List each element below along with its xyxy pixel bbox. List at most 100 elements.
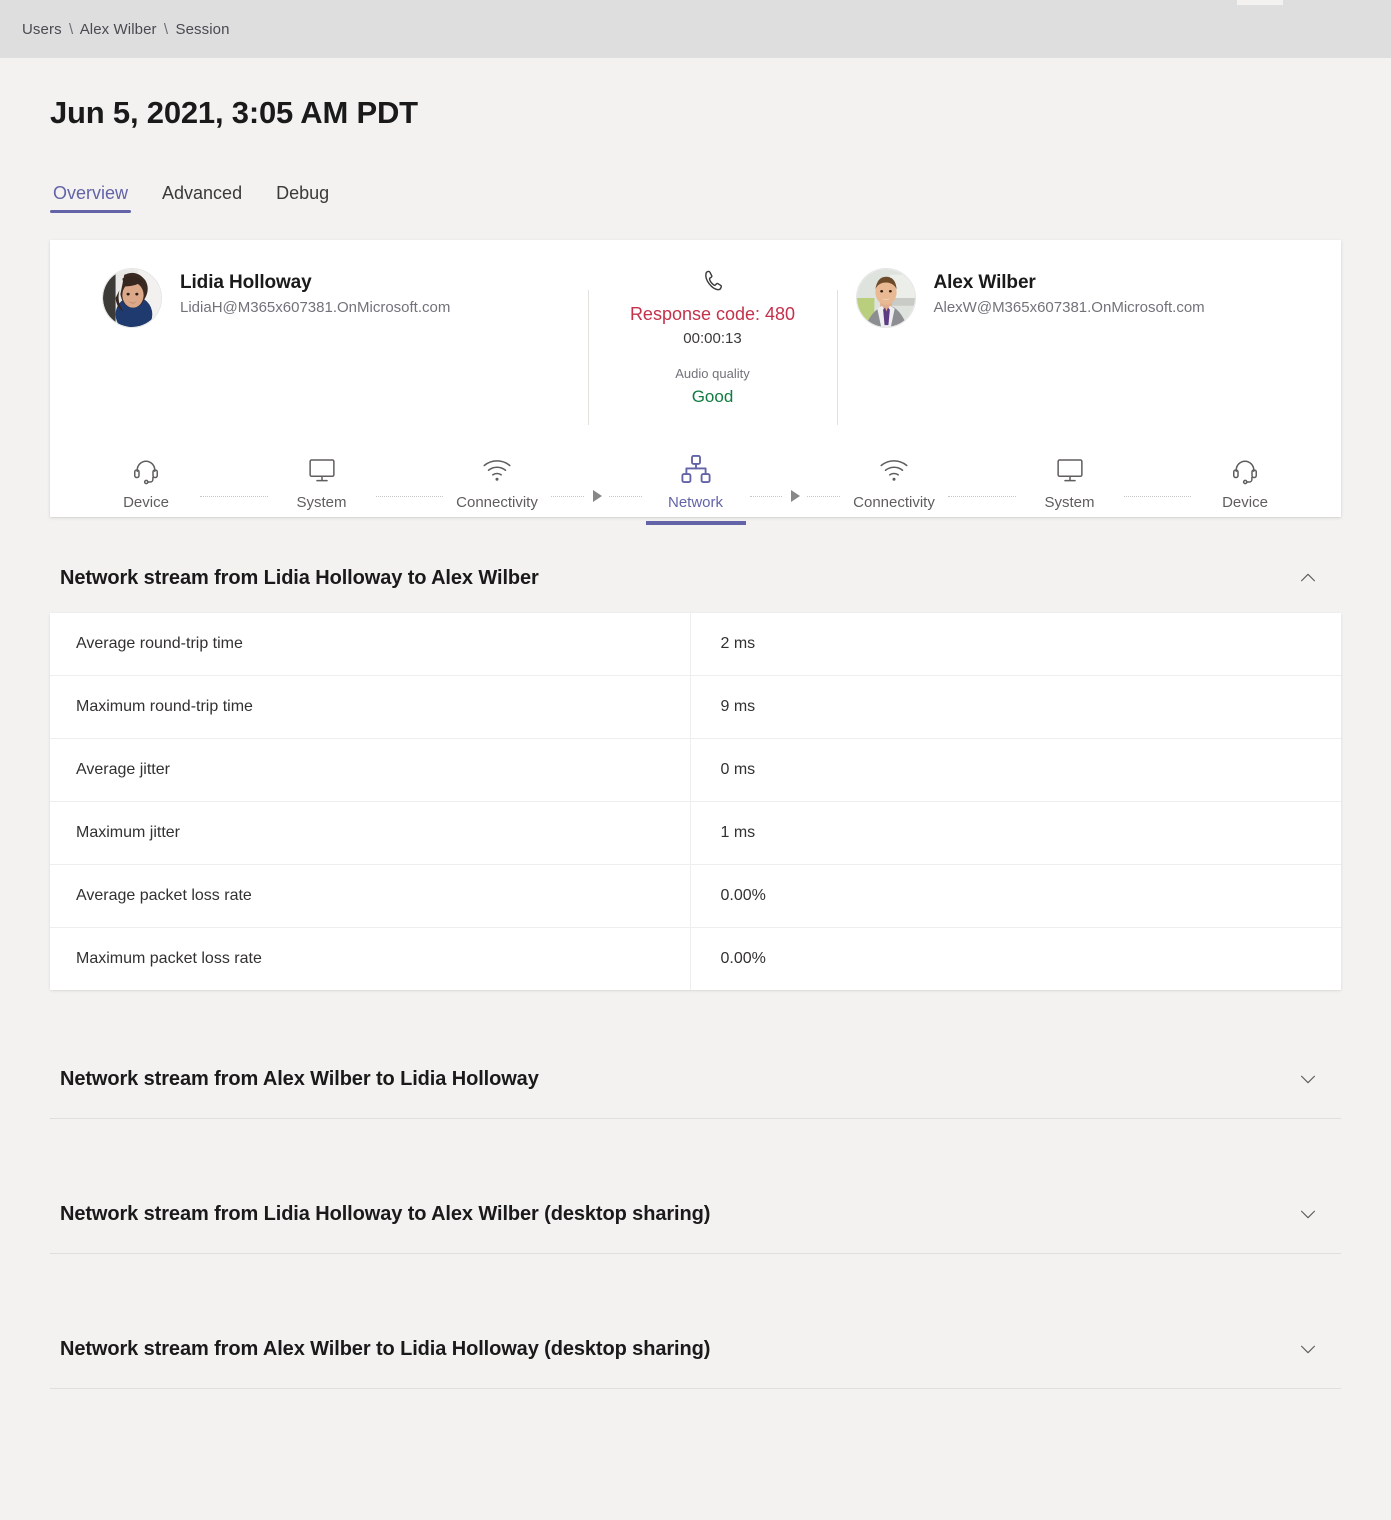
call-status-block: Response code: 480 00:00:13 Audio qualit… [588, 268, 838, 407]
section-divider [50, 1253, 1341, 1254]
network-hierarchy-icon [680, 445, 712, 485]
callee-name: Alex Wilber [934, 272, 1205, 294]
caller-block: Lidia Holloway LidiaH@M365x607381.OnMicr… [50, 268, 588, 407]
section-header[interactable]: Network stream from Alex Wilber to Lidia… [50, 1062, 1341, 1096]
section-title: Network stream from Lidia Holloway to Al… [60, 1203, 710, 1226]
table-row: Average jitter 0 ms [50, 739, 1341, 802]
path-node-label: Connectivity [853, 494, 935, 511]
metric-value: 2 ms [690, 613, 1341, 676]
monitor-icon [307, 445, 337, 485]
arrow-right-icon [791, 490, 800, 502]
breadcrumb-item-user[interactable]: Alex Wilber [80, 21, 157, 38]
table-row: Maximum round-trip time 9 ms [50, 676, 1341, 739]
path-node-network[interactable]: Network [642, 445, 750, 517]
path-node-connectivity-callee[interactable]: Connectivity [840, 445, 948, 517]
breadcrumb-bar: Users \ Alex Wilber \ Session [0, 0, 1391, 58]
path-node-label: Network [668, 494, 723, 511]
tab-overview[interactable]: Overview [50, 183, 131, 213]
section-title: Network stream from Alex Wilber to Lidia… [60, 1068, 539, 1091]
metric-label: Average round-trip time [50, 613, 690, 676]
response-code: Response code: 480 [630, 304, 795, 325]
network-stream-section-3: Network stream from Lidia Holloway to Al… [50, 1197, 1341, 1254]
page-content: Jun 5, 2021, 3:05 AM PDT Overview Advanc… [0, 58, 1391, 1389]
metric-label: Maximum packet loss rate [50, 928, 690, 991]
wifi-icon [481, 445, 513, 485]
section-title: Network stream from Lidia Holloway to Al… [60, 567, 539, 590]
metric-label: Average packet loss rate [50, 865, 690, 928]
path-node-system-callee[interactable]: System [1016, 445, 1124, 517]
avatar-callee [856, 268, 916, 328]
top-right-strip [1237, 0, 1283, 5]
section-title: Network stream from Alex Wilber to Lidia… [60, 1338, 710, 1361]
path-node-connectivity-caller[interactable]: Connectivity [443, 445, 551, 517]
path-node-device-callee[interactable]: Device [1191, 445, 1299, 517]
breadcrumb-item-session[interactable]: Session [175, 21, 229, 38]
metric-label: Average jitter [50, 739, 690, 802]
table-row: Maximum packet loss rate 0.00% [50, 928, 1341, 991]
callee-upn: AlexW@M365x607381.OnMicrosoft.com [934, 299, 1205, 316]
chevron-down-icon[interactable] [1291, 1332, 1325, 1366]
network-metrics-table: Average round-trip time 2 ms Maximum rou… [50, 613, 1341, 990]
metric-value: 0.00% [690, 928, 1341, 991]
path-node-label: Device [1222, 494, 1268, 511]
audio-quality-label: Audio quality [675, 366, 749, 381]
callee-block: Alex Wilber AlexW@M365x607381.OnMicrosof… [838, 268, 1342, 407]
network-stream-section-2: Network stream from Alex Wilber to Lidia… [50, 1062, 1341, 1119]
metric-value: 0.00% [690, 865, 1341, 928]
arrow-right-icon [593, 490, 602, 502]
caller-name: Lidia Holloway [180, 272, 450, 294]
page-title: Jun 5, 2021, 3:05 AM PDT [50, 58, 1341, 131]
path-node-label: System [1044, 494, 1094, 511]
metric-value: 0 ms [690, 739, 1341, 802]
call-duration: 00:00:13 [683, 330, 741, 347]
path-node-label: Device [123, 494, 169, 511]
table-row: Average round-trip time 2 ms [50, 613, 1341, 676]
chevron-up-icon[interactable] [1291, 561, 1325, 595]
path-link [948, 475, 1016, 517]
breadcrumb-separator: \ [66, 21, 76, 38]
call-participants-row: Lidia Holloway LidiaH@M365x607381.OnMicr… [50, 240, 1341, 425]
section-divider [50, 1388, 1341, 1389]
metric-label: Maximum jitter [50, 802, 690, 865]
network-stream-section-1: Network stream from Lidia Holloway to Al… [50, 561, 1341, 990]
chevron-down-icon[interactable] [1291, 1062, 1325, 1096]
section-header[interactable]: Network stream from Alex Wilber to Lidia… [50, 1332, 1341, 1366]
network-stream-section-4: Network stream from Alex Wilber to Lidia… [50, 1332, 1341, 1389]
tab-bar: Overview Advanced Debug [50, 183, 1341, 213]
chevron-down-icon[interactable] [1291, 1197, 1325, 1231]
section-divider [50, 1118, 1341, 1119]
caller-info: Lidia Holloway LidiaH@M365x607381.OnMicr… [180, 268, 450, 316]
breadcrumb-separator: \ [161, 21, 171, 38]
audio-quality-value: Good [692, 387, 734, 407]
path-link-arrow-right [750, 475, 841, 517]
breadcrumb-item-users[interactable]: Users [22, 21, 62, 38]
table-row: Average packet loss rate 0.00% [50, 865, 1341, 928]
breadcrumb: Users \ Alex Wilber \ Session [22, 21, 230, 38]
tab-advanced[interactable]: Advanced [159, 183, 245, 213]
path-node-device-caller[interactable]: Device [92, 445, 200, 517]
caller-upn: LidiaH@M365x607381.OnMicrosoft.com [180, 299, 450, 316]
metric-value: 9 ms [690, 676, 1341, 739]
wifi-icon [878, 445, 910, 485]
headset-icon [131, 445, 161, 485]
monitor-icon [1055, 445, 1085, 485]
path-node-label: Connectivity [456, 494, 538, 511]
path-link [200, 475, 268, 517]
avatar-caller [102, 268, 162, 328]
callee-info: Alex Wilber AlexW@M365x607381.OnMicrosof… [934, 268, 1205, 316]
metric-label: Maximum round-trip time [50, 676, 690, 739]
phone-icon [700, 268, 726, 294]
table-row: Maximum jitter 1 ms [50, 802, 1341, 865]
path-link [376, 475, 444, 517]
headset-icon [1230, 445, 1260, 485]
section-header[interactable]: Network stream from Lidia Holloway to Al… [50, 1197, 1341, 1231]
tab-debug[interactable]: Debug [273, 183, 332, 213]
path-node-system-caller[interactable]: System [268, 445, 376, 517]
metric-value: 1 ms [690, 802, 1341, 865]
call-summary-card: Lidia Holloway LidiaH@M365x607381.OnMicr… [50, 240, 1341, 517]
path-node-label: System [296, 494, 346, 511]
call-path-strip: Device System [50, 425, 1341, 517]
path-link [1124, 475, 1192, 517]
path-link-arrow-left [551, 475, 642, 517]
section-header[interactable]: Network stream from Lidia Holloway to Al… [50, 561, 1341, 595]
